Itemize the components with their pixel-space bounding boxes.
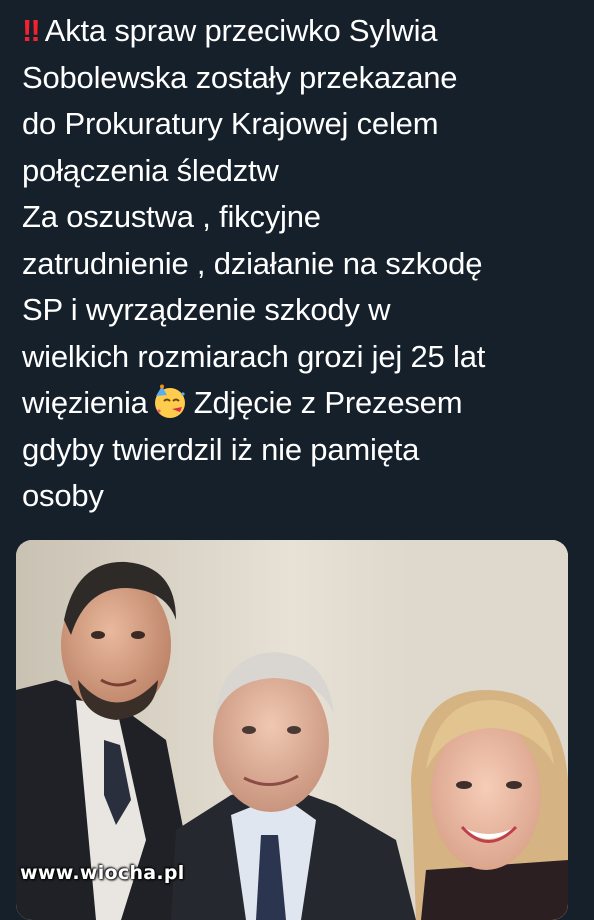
post-line-7: SP i wyrządzenie szkody w — [22, 292, 391, 327]
partying-face-icon — [154, 384, 185, 418]
watermark: www.wiocha.pl — [20, 862, 185, 884]
post-line-1: ‼ Akta spraw przeciwko Sylwia — [22, 8, 584, 55]
post-line-text: Akta spraw przeciwko Sylwia — [44, 13, 438, 48]
post-line-5: Za oszustwa , fikcyjne — [22, 199, 321, 234]
post-text: ‼ Akta spraw przeciwko Sylwia Sobolewska … — [22, 8, 584, 520]
post-line-9: więzienia Zdjęcie z Prezesem — [22, 380, 584, 427]
post-line-text: więzienia — [22, 385, 148, 420]
post-line-4: połączenia śledztw — [22, 152, 279, 188]
post-line-11: osoby — [22, 478, 104, 513]
post-line-2: Sobolewska zostały przekazane — [22, 59, 458, 95]
double-exclamation-icon: ‼ — [22, 13, 41, 48]
post-line-10: gdyby twierdzil iż nie pamięta — [22, 431, 420, 467]
post-line-text: Zdjęcie z Prezesem — [193, 385, 463, 420]
post-line-6: zatrudnienie , działanie na szkodę — [22, 245, 483, 281]
post-line-3: do Prokuratury Krajowej celem — [22, 106, 439, 141]
post-line-8: wielkich rozmiarach grozi jej 25 lat — [22, 338, 486, 374]
